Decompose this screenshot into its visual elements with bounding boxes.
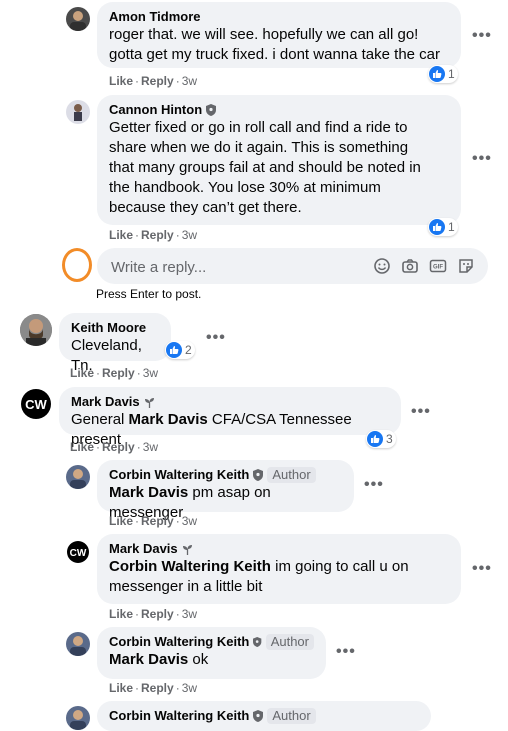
comment-author[interactable]: Corbin Waltering Keith Author — [109, 467, 342, 483]
timestamp[interactable]: 3w — [143, 440, 158, 454]
comment-author[interactable]: Corbin Waltering Keith Author — [109, 634, 314, 650]
avatar[interactable] — [66, 465, 90, 489]
comment-text: Corbin Waltering Keith im going to call … — [109, 558, 409, 595]
post-hint: Press Enter to post. — [96, 287, 202, 301]
like-reaction-icon — [367, 431, 383, 447]
shield-icon — [206, 104, 217, 116]
svg-text:CW: CW — [70, 548, 87, 559]
like-button[interactable]: Like — [109, 228, 133, 242]
like-reaction-icon — [429, 219, 445, 235]
comment-author[interactable]: Mark Davis — [71, 394, 389, 410]
more-options-button[interactable]: ••• — [206, 329, 226, 347]
like-button[interactable]: Like — [70, 366, 94, 380]
comment-bubble: Mark Davis General Mark Davis CFA/CSA Te… — [59, 387, 401, 448]
more-options-button[interactable]: ••• — [472, 150, 492, 168]
more-options-button[interactable]: ••• — [411, 403, 431, 421]
comment-bubble: Corbin Waltering Keith Author Mark Davis… — [97, 627, 326, 679]
comment-bubble: Amon Tidmore roger that. we will see. ho… — [97, 2, 461, 68]
mention-link[interactable]: Mark Davis — [109, 484, 188, 501]
comment-text: Mark Davis ok — [109, 651, 209, 668]
timestamp[interactable]: 3w — [182, 228, 197, 242]
shield-icon — [253, 469, 264, 481]
avatar[interactable] — [66, 7, 90, 31]
reply-button[interactable]: Reply — [141, 607, 174, 621]
shield-icon — [253, 710, 264, 722]
comment-text: roger that. we will see. hopefully we ca… — [109, 26, 441, 63]
comment-actions: Like · Reply · 3w — [109, 681, 198, 695]
reply-composer: GIF — [97, 248, 488, 286]
reply-button[interactable]: Reply — [141, 681, 174, 695]
svg-text:GIF: GIF — [433, 265, 443, 271]
timestamp[interactable]: 3w — [182, 514, 197, 528]
comment-author[interactable]: Keith Moore — [71, 320, 159, 336]
comment-actions: Like · Reply · 3w — [109, 514, 198, 528]
comment-bubble: Keith Moore Cleveland, Tn. — [59, 313, 171, 374]
mention-link[interactable]: Corbin Waltering Keith — [109, 558, 271, 575]
avatar[interactable] — [66, 632, 90, 656]
timestamp[interactable]: 3w — [182, 74, 197, 88]
reply-button[interactable]: Reply — [141, 514, 174, 528]
comment-author[interactable]: Corbin Waltering Keith Author — [109, 708, 419, 724]
like-button[interactable]: Like — [109, 74, 133, 88]
comment-bubble: Mark Davis Corbin Waltering Keith im goi… — [97, 534, 461, 604]
like-button[interactable]: Like — [109, 681, 133, 695]
like-button[interactable]: Like — [70, 440, 94, 454]
reaction-count[interactable]: 2 — [165, 341, 195, 359]
comment-bubble: Corbin Waltering Keith Author — [97, 701, 431, 731]
comment-bubble: Corbin Waltering Keith Author Mark Davis… — [97, 460, 354, 521]
timestamp[interactable]: 3w — [143, 366, 158, 380]
like-reaction-icon — [429, 66, 445, 82]
mention-link[interactable]: Mark Davis — [109, 651, 188, 668]
camera-icon[interactable] — [401, 257, 419, 275]
reaction-count[interactable]: 1 — [428, 65, 458, 83]
like-reaction-icon — [166, 342, 182, 358]
sprout-icon — [182, 544, 192, 555]
reaction-count[interactable]: 3 — [366, 430, 396, 448]
shield-icon — [253, 637, 262, 647]
reply-button[interactable]: Reply — [102, 366, 135, 380]
avatar[interactable] — [66, 706, 90, 730]
comment-author[interactable]: Cannon Hinton — [109, 102, 449, 118]
comment-author[interactable]: Mark Davis — [109, 541, 449, 557]
reply-button[interactable]: Reply — [141, 74, 174, 88]
avatar[interactable] — [66, 100, 90, 124]
timestamp[interactable]: 3w — [182, 681, 197, 695]
author-badge: Author — [267, 467, 316, 483]
author-badge: Author — [265, 634, 314, 650]
sprout-icon — [144, 397, 154, 408]
emoji-icon[interactable] — [373, 257, 391, 275]
sticker-icon[interactable] — [457, 257, 475, 275]
gif-icon[interactable]: GIF — [429, 257, 447, 275]
reply-input[interactable] — [109, 248, 363, 286]
more-options-button[interactable]: ••• — [472, 27, 492, 45]
author-badge: Author — [267, 708, 316, 724]
comment-actions: Like · Reply · 3w — [109, 607, 198, 621]
avatar[interactable] — [20, 314, 52, 346]
timestamp[interactable]: 3w — [182, 607, 197, 621]
comment-text: Getter fixed or go in roll call and find… — [109, 119, 421, 216]
like-button[interactable]: Like — [109, 514, 133, 528]
comment-actions: Like · Reply · 3w — [109, 228, 198, 242]
reply-button[interactable]: Reply — [102, 440, 135, 454]
more-options-button[interactable]: ••• — [472, 560, 492, 578]
mention-link[interactable]: Mark Davis — [129, 411, 208, 428]
like-button[interactable]: Like — [109, 607, 133, 621]
comment-bubble: Cannon Hinton Getter fixed or go in roll… — [97, 95, 461, 225]
comment-actions: Like · Reply · 3w — [109, 74, 198, 88]
avatar[interactable]: CW — [66, 540, 90, 564]
reply-button[interactable]: Reply — [141, 228, 174, 242]
comment-author[interactable]: Amon Tidmore — [109, 9, 449, 25]
reaction-count[interactable]: 1 — [428, 218, 458, 236]
avatar[interactable]: CW — [20, 388, 52, 420]
more-options-button[interactable]: ••• — [336, 643, 356, 661]
current-user-avatar — [62, 248, 92, 282]
more-options-button[interactable]: ••• — [364, 476, 384, 494]
comment-actions: Like · Reply · 3w — [70, 440, 159, 454]
svg-text:CW: CW — [25, 397, 47, 412]
comment-actions: Like · Reply · 3w — [70, 366, 159, 380]
